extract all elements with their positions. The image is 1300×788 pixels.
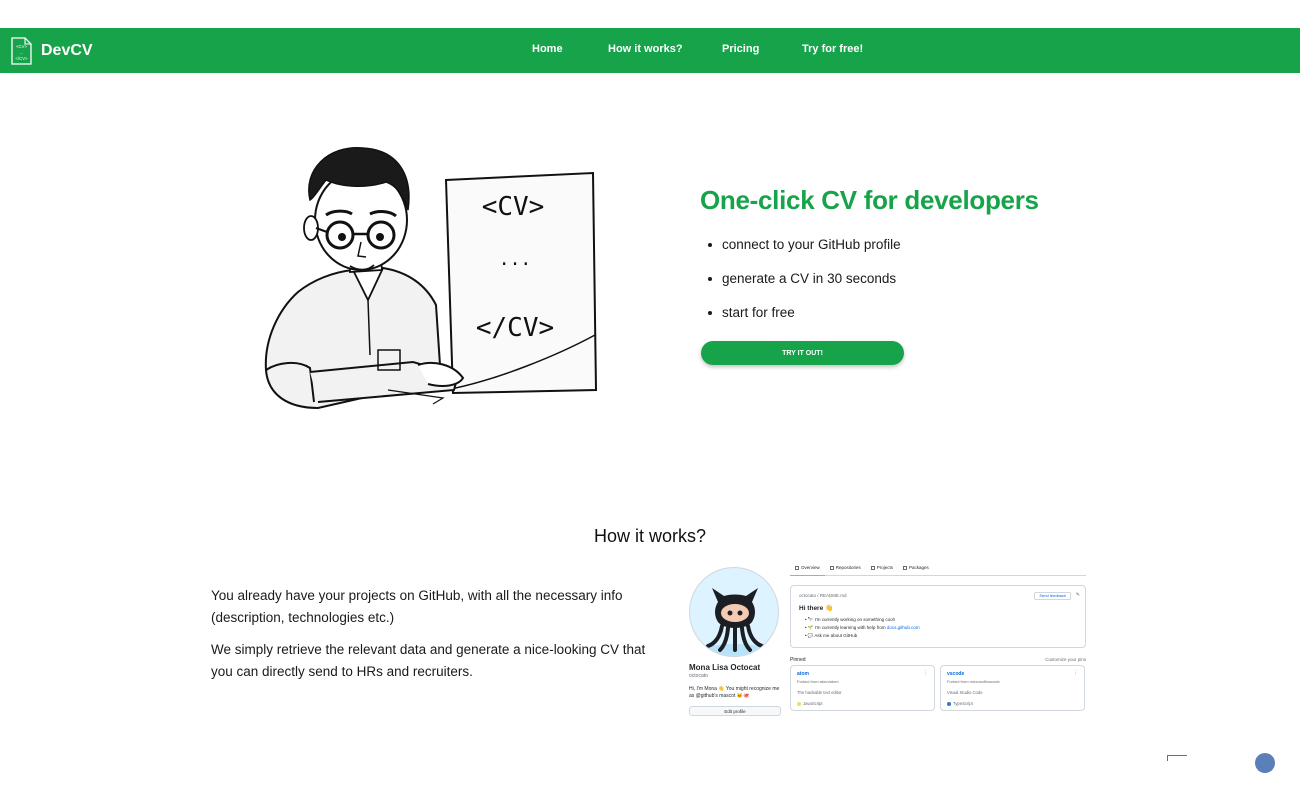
sign-text-close: </CV> [476, 313, 554, 343]
developer-illustration: <CV> ... </CV> [264, 147, 598, 410]
readme-path: octocato / README.md [799, 593, 847, 598]
repo-description: Visual Studio Code [947, 690, 983, 695]
profile-login: octocato [689, 673, 708, 679]
customize-pins-link: Customize your pins [1045, 657, 1086, 662]
repo-name: atom [797, 671, 809, 677]
sign-text-mid: ... [499, 249, 532, 270]
tab-overview: Overview [790, 562, 825, 576]
nav-how-it-works-link[interactable]: How it works? [608, 43, 683, 55]
project-icon [870, 565, 875, 570]
nav-links: Home How it works? Pricing Try for free! [0, 28, 1300, 73]
octocat-avatar [689, 567, 779, 657]
how-paragraph: You already have your projects on GitHub… [211, 588, 623, 625]
nav-home-link[interactable]: Home [532, 43, 563, 55]
repo-language: JavaScript [797, 701, 823, 706]
how-paragraph: We simply retrieve the relevant data and… [211, 642, 646, 679]
nav-pricing-link[interactable]: Pricing [722, 43, 759, 55]
profile-name: Mona Lisa Octocat [689, 663, 761, 672]
kebab-icon: ⋮ [923, 670, 928, 676]
hero-title: One-click CV for developers [700, 185, 1039, 215]
github-profile-screenshot: Mona Lisa Octocat octocato Hi, I'm Mona … [682, 558, 1088, 720]
profile-tabs: Overview Repositories Projects Packages [790, 562, 1086, 576]
hero-feature-item: generate a CV in 30 seconds [708, 270, 901, 304]
try-it-out-button[interactable]: TRY IT OUT! [701, 341, 904, 365]
octocat-icon [703, 588, 777, 656]
repo-icon [829, 565, 834, 570]
profile-bio: Hi, I'm Mona 👋 You might recognize me as… [689, 686, 780, 699]
floating-chat-button[interactable] [1255, 753, 1275, 773]
readme-box: octocato / README.md Send feedback ✎ Hi … [790, 585, 1086, 648]
hero-feature-item: start for free [708, 304, 901, 338]
repo-language: TypeScript [947, 701, 973, 706]
repo-description: The hackable text editor [797, 690, 842, 695]
pencil-icon: ✎ [1075, 592, 1080, 598]
top-navbar: <CV> ... </CV> DevCV Home How it works? … [0, 28, 1300, 73]
hero-feature-list: connect to your GitHub profile generate … [708, 236, 901, 338]
tab-repositories: Repositories [825, 562, 866, 576]
tab-packages: Packages [898, 562, 934, 576]
hero-feature-item: connect to your GitHub profile [708, 236, 901, 270]
tab-projects: Projects [866, 562, 898, 576]
docs-link: docs.github.com [886, 625, 920, 630]
readme-greeting: Hi there 👋 [799, 605, 834, 612]
sign-text-open: <CV> [482, 192, 545, 222]
how-it-works-title: How it works? [593, 526, 707, 546]
pinned-repo-card: atom Forked from atom/atom The hackable … [790, 665, 935, 711]
nav-try-free-link[interactable]: Try for free! [802, 43, 863, 55]
pinned-label: Pinned [790, 657, 806, 663]
readme-item: 🌱 I'm currently learning with help from … [805, 624, 920, 632]
repo-fork-source: Forked from microsoft/vscode [947, 679, 1000, 684]
send-feedback-button: Send feedback [1034, 592, 1071, 600]
pinned-repo-card: vscode Forked from microsoft/vscode Visu… [940, 665, 1085, 711]
edit-profile-button: Edit profile [689, 706, 781, 716]
readme-item: 💬 Ask me about GitHub [805, 632, 920, 640]
readme-list: 🔭 I'm currently working on something coo… [805, 616, 920, 640]
repo-name: vscode [947, 671, 965, 677]
package-icon [903, 565, 908, 570]
readme-item: 🔭 I'm currently working on something coo… [805, 616, 920, 624]
kebab-icon: ⋮ [1073, 670, 1078, 676]
book-icon [795, 565, 799, 570]
repo-fork-source: Forked from atom/atom [797, 679, 839, 684]
how-it-works-description: You already have your projects on GitHub… [211, 585, 656, 693]
floating-document-widget[interactable] [1167, 755, 1187, 761]
